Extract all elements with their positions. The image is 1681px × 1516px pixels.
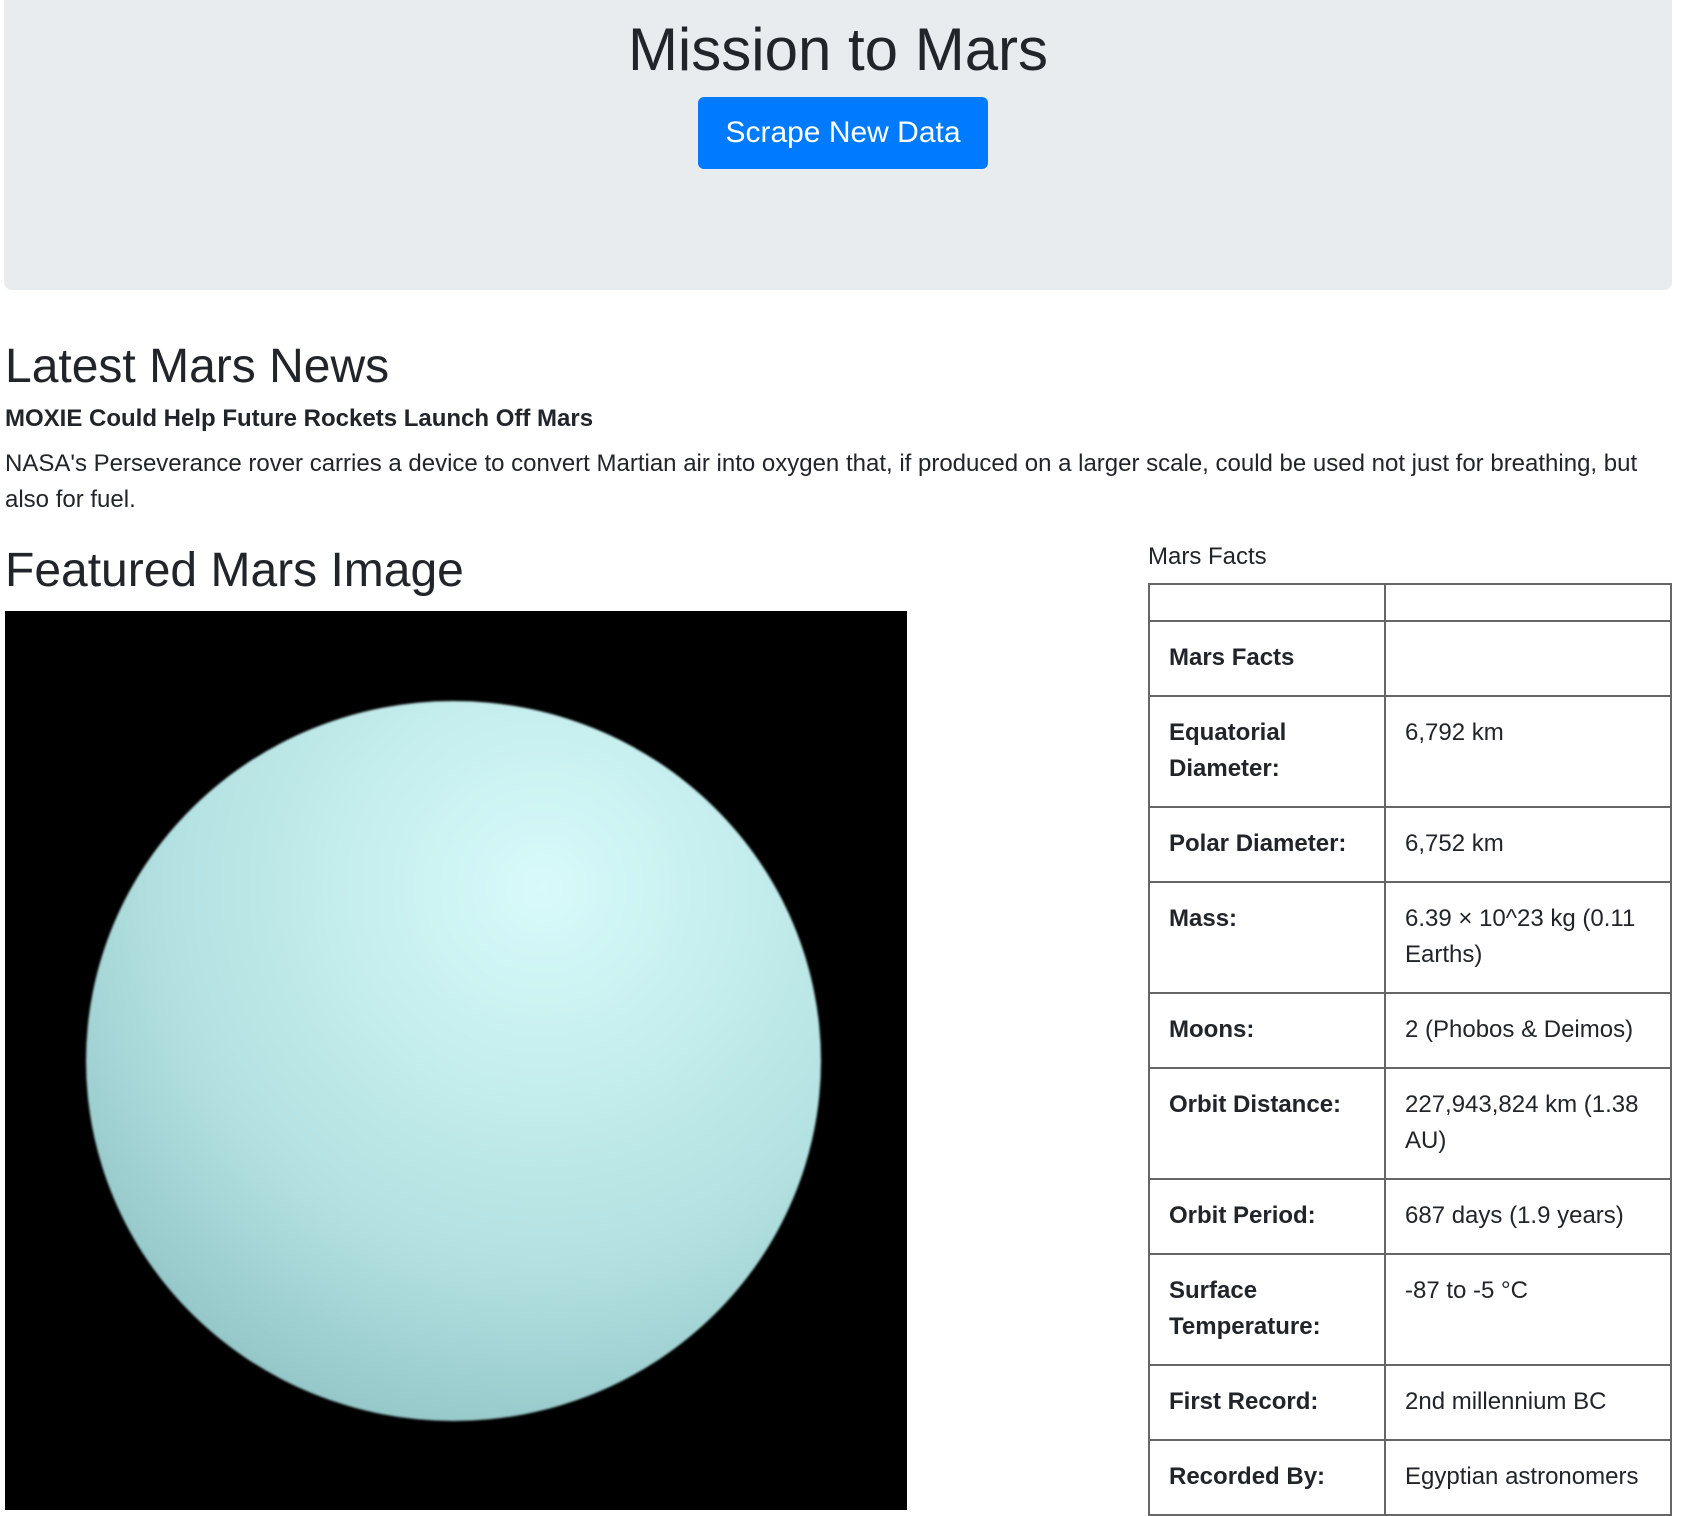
mars-facts-table: Mars Facts Equatorial Diameter: 6,792 km… <box>1148 583 1672 1516</box>
fact-label: Moons: <box>1148 992 1386 1069</box>
fact-label: Polar Diameter: <box>1148 806 1386 883</box>
fact-value <box>1384 620 1672 697</box>
latest-news-heading: Latest Mars News <box>5 340 390 393</box>
fact-label: Surface Temperature: <box>1148 1253 1386 1366</box>
fact-label: Recorded By: <box>1148 1439 1386 1516</box>
planet-graphic <box>86 701 821 1421</box>
fact-value: -87 to -5 °C <box>1384 1253 1672 1366</box>
fact-value: 6,752 km <box>1384 806 1672 883</box>
fact-value: 2 (Phobos & Deimos) <box>1384 992 1672 1069</box>
fact-label: Mars Facts <box>1148 620 1386 697</box>
table-row: Mass: 6.39 × 10^23 kg (0.11 Earths) <box>1148 881 1672 994</box>
table-row: Polar Diameter: 6,752 km <box>1148 806 1672 883</box>
fact-label: First Record: <box>1148 1364 1386 1441</box>
table-row: Moons: 2 (Phobos & Deimos) <box>1148 992 1672 1069</box>
fact-label: Equatorial Diameter: <box>1148 695 1386 808</box>
scrape-new-data-button[interactable]: Scrape New Data <box>698 97 988 169</box>
fact-value: 6,792 km <box>1384 695 1672 808</box>
fact-value: 6.39 × 10^23 kg (0.11 Earths) <box>1384 881 1672 994</box>
news-paragraph: NASA's Perseverance rover carries a devi… <box>5 450 1638 513</box>
fact-value: 227,943,824 km (1.38 AU) <box>1384 1067 1672 1180</box>
table-row: Recorded By: Egyptian astronomers <box>1148 1439 1672 1516</box>
featured-mars-image <box>5 611 907 1510</box>
facts-caption: Mars Facts <box>1148 543 1267 570</box>
fact-value: 2nd millennium BC <box>1384 1364 1672 1441</box>
table-row: Equatorial Diameter: 6,792 km <box>1148 695 1672 808</box>
featured-image-heading: Featured Mars Image <box>5 544 464 597</box>
table-header-row <box>1148 583 1672 622</box>
table-row: Orbit Distance: 227,943,824 km (1.38 AU) <box>1148 1067 1672 1180</box>
news-title: MOXIE Could Help Future Rockets Launch O… <box>5 405 594 432</box>
fact-label: Orbit Distance: <box>1148 1067 1386 1180</box>
table-row: Orbit Period: 687 days (1.9 years) <box>1148 1178 1672 1255</box>
fact-value: Egyptian astronomers <box>1384 1439 1672 1516</box>
table-row: Surface Temperature: -87 to -5 °C <box>1148 1253 1672 1366</box>
table-header-cell <box>1148 583 1386 622</box>
fact-label: Orbit Period: <box>1148 1178 1386 1255</box>
table-row: Mars Facts <box>1148 620 1672 697</box>
table-header-cell <box>1384 583 1672 622</box>
fact-value: 687 days (1.9 years) <box>1384 1178 1672 1255</box>
fact-label: Mass: <box>1148 881 1386 994</box>
page-title: Mission to Mars <box>627 16 1049 83</box>
header-jumbotron: Mission to Mars Scrape New Data <box>4 0 1672 290</box>
table-row: First Record: 2nd millennium BC <box>1148 1364 1672 1441</box>
